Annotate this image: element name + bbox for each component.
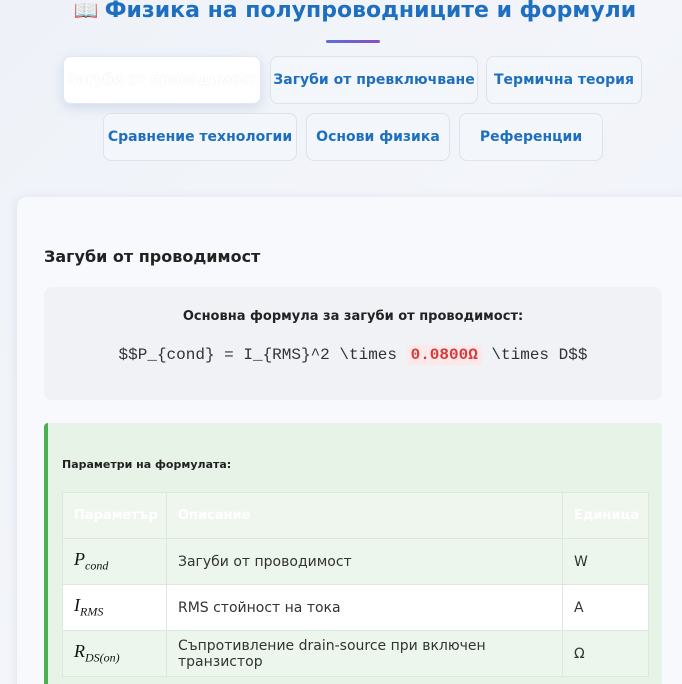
parameters-title: Параметри на формулата:	[62, 458, 232, 471]
tab-conduction-losses[interactable]: Загуби от проводимост	[63, 56, 261, 104]
formula-expression: $$P_{cond} = I_{RMS}^2 \times 0.0800Ω \t…	[44, 345, 662, 365]
symbol-main: R	[74, 641, 85, 662]
tab-physics-basics[interactable]: Основи физика	[306, 113, 450, 161]
formula-suffix: \times D$$	[481, 346, 588, 364]
parameters-table: Параметър Описание Единица Pcond Загуби …	[62, 492, 649, 677]
tab-label: Основи физика	[316, 129, 440, 145]
parameters-panel: Параметри на формулата: Параметър Описан…	[44, 423, 662, 684]
section-title: Загуби от проводимост	[44, 247, 261, 266]
parameter-symbol: RDS(on)	[62, 630, 167, 677]
formula-resistance-value: 0.0800Ω	[406, 345, 482, 365]
table-row: IRMS RMS стойност на тока A	[62, 584, 649, 631]
tab-technology-comparison[interactable]: Сравнение технологии	[103, 113, 297, 161]
parameter-description: Съпротивление drain-source при включен т…	[165, 630, 564, 677]
title-underline	[326, 40, 380, 43]
symbol-subscript: RMS	[80, 604, 104, 619]
formula-box: Основна формула за загуби от проводимост…	[44, 287, 662, 400]
parameter-description: Загуби от проводимост	[165, 538, 564, 585]
column-header: Единица	[562, 492, 649, 539]
symbol-subscript: cond	[85, 558, 109, 573]
tab-label: Загуби от проводимост	[67, 72, 257, 88]
table-row: Pcond Загуби от проводимост W	[62, 538, 649, 585]
tab-thermal-theory[interactable]: Термична теория	[486, 56, 642, 104]
tab-label: Сравнение технологии	[107, 129, 293, 145]
table-row: RDS(on) Съпротивление drain-source при в…	[62, 630, 649, 677]
parameter-symbol: IRMS	[62, 584, 167, 631]
tab-label: Референции	[479, 129, 583, 145]
symbol-subscript: DS(on)	[85, 650, 120, 665]
column-header: Описание	[165, 492, 564, 539]
parameter-unit: W	[562, 538, 649, 585]
parameter-symbol: Pcond	[62, 538, 167, 585]
parameter-description: RMS стойност на тока	[165, 584, 564, 631]
parameter-unit: A	[562, 584, 649, 631]
symbol-main: P	[74, 549, 85, 570]
formula-prefix: $$P_{cond} = I_{RMS}^2 \times	[118, 346, 407, 364]
formula-label: Основна формула за загуби от проводимост…	[182, 309, 524, 324]
column-header: Параметър	[62, 492, 167, 539]
page-title-text: Физика на полупроводниците и формули	[104, 0, 637, 23]
tab-references[interactable]: Референции	[459, 113, 603, 161]
parameter-unit: Ω	[562, 630, 649, 677]
tab-label: Загуби от превключване	[273, 72, 475, 88]
table-header-row: Параметър Описание Единица	[62, 492, 649, 539]
tab-switching-losses[interactable]: Загуби от превключване	[270, 56, 478, 104]
tab-label: Термична теория	[494, 72, 634, 88]
page-title: 📖 Физика на полупроводниците и формули	[0, 0, 682, 23]
open-book-icon: 📖	[73, 0, 99, 22]
